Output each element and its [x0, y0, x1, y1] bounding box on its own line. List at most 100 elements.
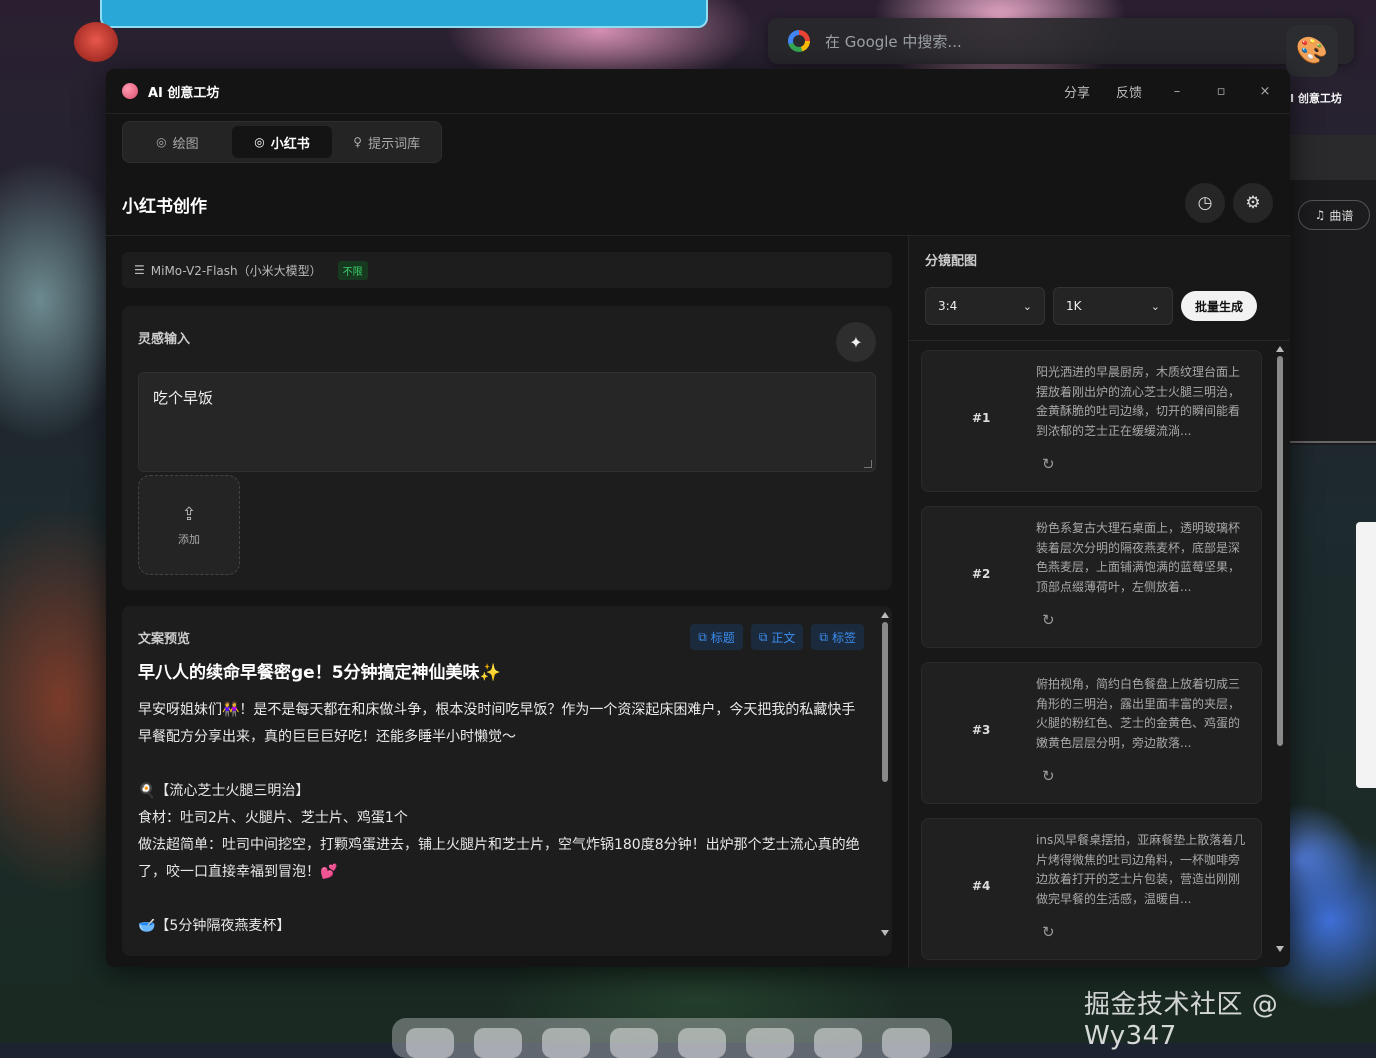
google-search-placeholder[interactable]: 在 Google 中搜索... [825, 31, 962, 52]
post-paragraph: 🥣【5分钟隔夜燕麦杯】 [138, 918, 291, 934]
dock-app-icon[interactable] [814, 1028, 862, 1058]
lightbulb-icon: ♀ [353, 135, 363, 149]
inspiration-label: 灵感输入 [138, 332, 191, 347]
model-name: MiMo-V2-Flash（小米大模型） [150, 263, 322, 278]
copy-title-label: 标题 [710, 630, 735, 645]
scroll-thumb[interactable] [882, 622, 888, 782]
sliders-icon: ⚙ [1245, 193, 1261, 213]
copy-toolbar: ⧉ 标题 ⧉ 正文 ⧉ 标签 [690, 624, 864, 650]
google-search-bar[interactable]: 在 Google 中搜索... [768, 18, 1354, 64]
shot-number: #4 [972, 879, 991, 893]
resolution-select[interactable]: 1K ⌄ [1053, 287, 1173, 325]
feedback-button[interactable]: 反馈 [1116, 82, 1142, 101]
dock-app-icon[interactable] [474, 1028, 522, 1058]
magic-generate-button[interactable]: ✦ [836, 322, 876, 362]
post-paragraph: 🍳【流心芝士火腿三明治】 [138, 783, 310, 799]
scroll-down-arrow[interactable] [1276, 946, 1284, 952]
copy-icon: ⧉ [758, 629, 768, 644]
resize-handle[interactable] [864, 460, 872, 468]
copy-tags-button[interactable]: ⧉ 标签 [811, 624, 864, 650]
post-paragraph: 做法超简单：吐司中间挖空，打颗鸡蛋进去，铺上火腿片和芝士片，空气炸锅180度8分… [138, 837, 860, 880]
batch-generate-button[interactable]: 批量生成 [1181, 291, 1257, 321]
title-bar: AI 创意工坊 分享 反馈 – ▫ × [106, 69, 1290, 114]
storyboard-label: 分镜配图 [925, 254, 978, 269]
palette-icon: ◎ [156, 135, 167, 149]
dock-app-icon[interactable] [610, 1028, 658, 1058]
history-button[interactable]: ◷ [1185, 183, 1225, 223]
copy-title-button[interactable]: ⧉ 标题 [690, 624, 743, 650]
shot-description: 阳光洒进的早晨厨房，木质纹理台面上摆放着刚出炉的流心芝士火腿三明治，金黄酥脆的吐… [1036, 365, 1241, 438]
quota-badge: 不限 [337, 260, 368, 280]
storyboard-divider [909, 340, 1290, 341]
copy-body-label: 正文 [771, 630, 796, 645]
add-image-button[interactable]: ⇪ 添加 [138, 475, 240, 575]
background-window-header [1290, 135, 1376, 180]
share-button[interactable]: 分享 [1064, 82, 1090, 101]
upload-icon: ⇪ [181, 503, 197, 525]
maximize-button[interactable]: ▫ [1212, 84, 1230, 99]
refresh-icon[interactable]: ↻ [1042, 611, 1055, 629]
google-icon [788, 30, 810, 52]
background-window-edge [100, 0, 708, 28]
close-button[interactable]: × [1256, 84, 1274, 99]
shot-number: #1 [972, 411, 991, 425]
preview-scrollbar[interactable] [880, 610, 890, 952]
copy-body-button[interactable]: ⧉ 正文 [750, 624, 804, 650]
resolution-value: 1K [1066, 299, 1082, 313]
minimize-button[interactable]: – [1168, 84, 1186, 99]
palette-app-icon[interactable]: 🎨 [1286, 25, 1338, 77]
refresh-icon[interactable]: ↻ [1042, 923, 1055, 941]
shot-card[interactable]: #1 阳光洒进的早晨厨房，木质纹理台面上摆放着刚出炉的流心芝士火腿三明治，金黄酥… [921, 350, 1262, 492]
tab-drawing[interactable]: ◎ 绘图 [127, 126, 228, 158]
copy-icon: ⧉ [698, 629, 707, 644]
shot-description: 俯拍视角，简约白色餐盘上放着切成三角形的三明治，露出里面丰富的夹层，火腿的粉红色… [1036, 677, 1241, 750]
refresh-icon[interactable]: ↻ [1042, 455, 1055, 473]
scroll-down-arrow[interactable] [881, 930, 889, 936]
aspect-ratio-select[interactable]: 3:4 ⌄ [925, 287, 1045, 325]
tab-label: 绘图 [172, 136, 199, 152]
inspiration-card: 灵感输入 ✦ 吃个早饭 ⇪ 添加 [122, 306, 892, 590]
background-window [1290, 135, 1376, 445]
storyboard-scrollbar[interactable] [1275, 344, 1285, 964]
palette-icon: ◎ [254, 135, 265, 149]
dock-app-icon[interactable] [542, 1028, 590, 1058]
tab-prompt-library[interactable]: ♀ 提示词库 [336, 126, 437, 158]
clock-icon: ◷ [1197, 193, 1213, 213]
shot-number: #3 [972, 723, 991, 737]
settings-button[interactable]: ⚙ [1233, 183, 1273, 223]
preview-content: 早八人的续命早餐密ge！5分钟搞定神仙美味✨ 早安呀姐妹们👭！是不是每天都在和床… [138, 660, 862, 940]
dock-app-icon[interactable] [406, 1028, 454, 1058]
app-window: AI 创意工坊 分享 反馈 – ▫ × ◎ 绘图 ◎ 小红书 ♀ 提示词库 小红… [106, 69, 1290, 967]
dock-app-icon[interactable] [882, 1028, 930, 1058]
scroll-up-arrow[interactable] [881, 612, 889, 618]
shot-card[interactable]: #2 粉色系复古大理石桌面上，透明玻璃杯装着层次分明的隔夜燕麦杯，底部是深色燕麦… [921, 506, 1262, 648]
shot-card[interactable]: #3 俯拍视角，简约白色餐盘上放着切成三角形的三明治，露出里面丰富的夹层，火腿的… [921, 662, 1262, 804]
dock-app-icon[interactable] [746, 1028, 794, 1058]
shot-description: 粉色系复古大理石桌面上，透明玻璃杯装着层次分明的隔夜燕麦杯，底部是深色燕麦层，上… [1036, 521, 1241, 594]
tab-xiaohongshu[interactable]: ◎ 小红书 [231, 126, 333, 158]
palette-icon [122, 83, 138, 99]
tab-label: 小红书 [270, 136, 310, 152]
copy-preview-card: 文案预览 ⧉ 标题 ⧉ 正文 ⧉ 标签 早八人的续命早餐密ge！5分钟搞定神仙美… [122, 606, 892, 956]
model-selector[interactable]: ☰ MiMo-V2-Flash（小米大模型） 不限 [122, 252, 892, 288]
add-label: 添加 [178, 532, 200, 546]
music-score-button[interactable]: ♫ 曲谱 [1298, 200, 1370, 230]
inspiration-input[interactable]: 吃个早饭 [138, 372, 876, 472]
shot-card[interactable]: #4 ins风早餐桌摆拍，亚麻餐垫上散落着几片烤得微焦的吐司边角料，一杯咖啡旁边… [921, 818, 1262, 960]
dock-app-icon[interactable] [678, 1028, 726, 1058]
inspiration-input-value: 吃个早饭 [153, 389, 214, 407]
shot-description: ins风早餐桌摆拍，亚麻餐垫上散落着几片烤得微焦的吐司边角料，一杯咖啡旁边放着打… [1036, 833, 1246, 906]
music-note-icon: ♫ [1314, 208, 1326, 222]
refresh-icon[interactable]: ↻ [1042, 767, 1055, 785]
tab-label: 提示词库 [368, 136, 421, 152]
lantern-decoration [74, 22, 118, 62]
scroll-thumb[interactable] [1277, 356, 1283, 746]
window-title: AI 创意工坊 [148, 85, 220, 101]
side-app-label: I 创意工坊 [1290, 92, 1342, 105]
post-title: 早八人的续命早餐密ge！5分钟搞定神仙美味✨ [138, 663, 501, 683]
scroll-up-arrow[interactable] [1276, 346, 1284, 352]
server-icon: ☰ [134, 263, 145, 277]
watermark: 掘金技术社区 @ Wy347 [1084, 990, 1279, 1051]
aspect-ratio-value: 3:4 [938, 299, 958, 313]
